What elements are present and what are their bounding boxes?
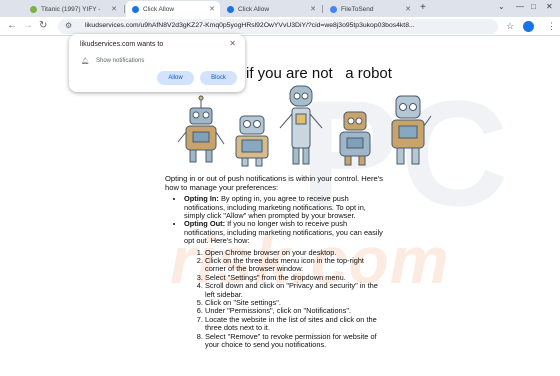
site-info-icon[interactable]: ⚙ [65, 21, 72, 30]
close-tab-icon[interactable]: ✕ [111, 5, 117, 13]
tab-click-allow[interactable]: Click Allow ✕ [221, 1, 321, 17]
forward-icon[interactable]: → [23, 20, 33, 31]
maximize-icon[interactable]: □ [531, 2, 536, 11]
tab-search-icon[interactable]: ⌄ [498, 2, 505, 11]
favicon-icon [330, 5, 337, 13]
close-window-icon[interactable]: ✕ [546, 2, 553, 11]
robot-1 [177, 95, 225, 163]
profile-avatar[interactable] [523, 21, 534, 32]
permission-text: Show notifications [96, 58, 145, 64]
minimize-icon[interactable]: — [516, 2, 524, 11]
favicon-icon [30, 5, 37, 13]
robot-2 [235, 115, 269, 167]
tab-strip: Titanic (1997) YIFY - ✕ Click Allow ✕ Cl… [0, 0, 560, 17]
favicon-icon [227, 5, 234, 13]
tab-click-allow-active[interactable]: Click Allow ✕ [126, 1, 220, 17]
page-headline: if you are not a robot [246, 65, 392, 82]
close-tab-icon[interactable]: ✕ [405, 5, 411, 13]
intro-paragraph: Opting in or out of push notifications i… [165, 174, 383, 192]
notification-permission-popup: likudservices.com wants to ✕ 🔔︎ Show not… [69, 34, 245, 92]
robots-illustration [177, 85, 432, 167]
menu-icon[interactable]: ⋮ [547, 21, 556, 32]
tab-label: FileToSend [341, 5, 374, 13]
close-tab-icon[interactable]: ✕ [310, 5, 316, 13]
bell-icon: 🔔︎ [81, 58, 90, 65]
list-item: Opting In: By opting in, you agree to re… [184, 194, 385, 220]
robot-3 [279, 85, 323, 165]
robot-4 [339, 111, 371, 166]
popup-title: likudservices.com wants to [80, 41, 164, 48]
list-item: Select "Remove" to revoke permission for… [205, 332, 385, 350]
tab-filetosend[interactable]: FileToSend ✕ [324, 1, 416, 17]
list-item: Locate the website in the list of sites … [205, 315, 385, 333]
list-item: Opting Out: If you no longer wish to rec… [184, 220, 385, 245]
list-item: Scroll down and click on "Privacy and se… [205, 282, 385, 299]
steps-list: Open Chrome browser on your desktop. Cli… [205, 248, 385, 350]
allow-button[interactable]: Allow [157, 71, 194, 85]
list-item: Click on the three dots menu icon in the… [205, 256, 385, 274]
tab-separator [322, 5, 323, 13]
instructions-text: Opting in or out of push notifications i… [165, 174, 385, 350]
tab-label: Click Allow [238, 5, 270, 13]
close-icon[interactable]: ✕ [229, 39, 236, 48]
url-text[interactable]: likudservices.com/u9hAfN8V2d3gKZ27-Kmq0p… [85, 22, 485, 29]
block-button[interactable]: Block [200, 71, 237, 85]
options-list: Opting In: By opting in, you agree to re… [184, 194, 385, 245]
reload-icon[interactable]: ↻ [39, 20, 47, 31]
tab-separator [124, 5, 125, 13]
tab-titanic[interactable]: Titanic (1997) YIFY - ✕ [24, 1, 122, 17]
tab-label: Click Allow [143, 5, 175, 13]
new-tab-icon[interactable]: + [420, 2, 426, 13]
favicon-icon [132, 5, 139, 13]
bookmark-star-icon[interactable]: ☆ [506, 21, 514, 32]
back-icon[interactable]: ← [7, 20, 17, 31]
tab-label: Titanic (1997) YIFY - [41, 5, 101, 13]
address-bar[interactable]: ⚙ likudservices.com/u9hAfN8V2d3gKZ27-Kmq… [58, 19, 498, 34]
close-tab-icon[interactable]: ✕ [209, 5, 215, 13]
robot-5 [391, 95, 432, 165]
